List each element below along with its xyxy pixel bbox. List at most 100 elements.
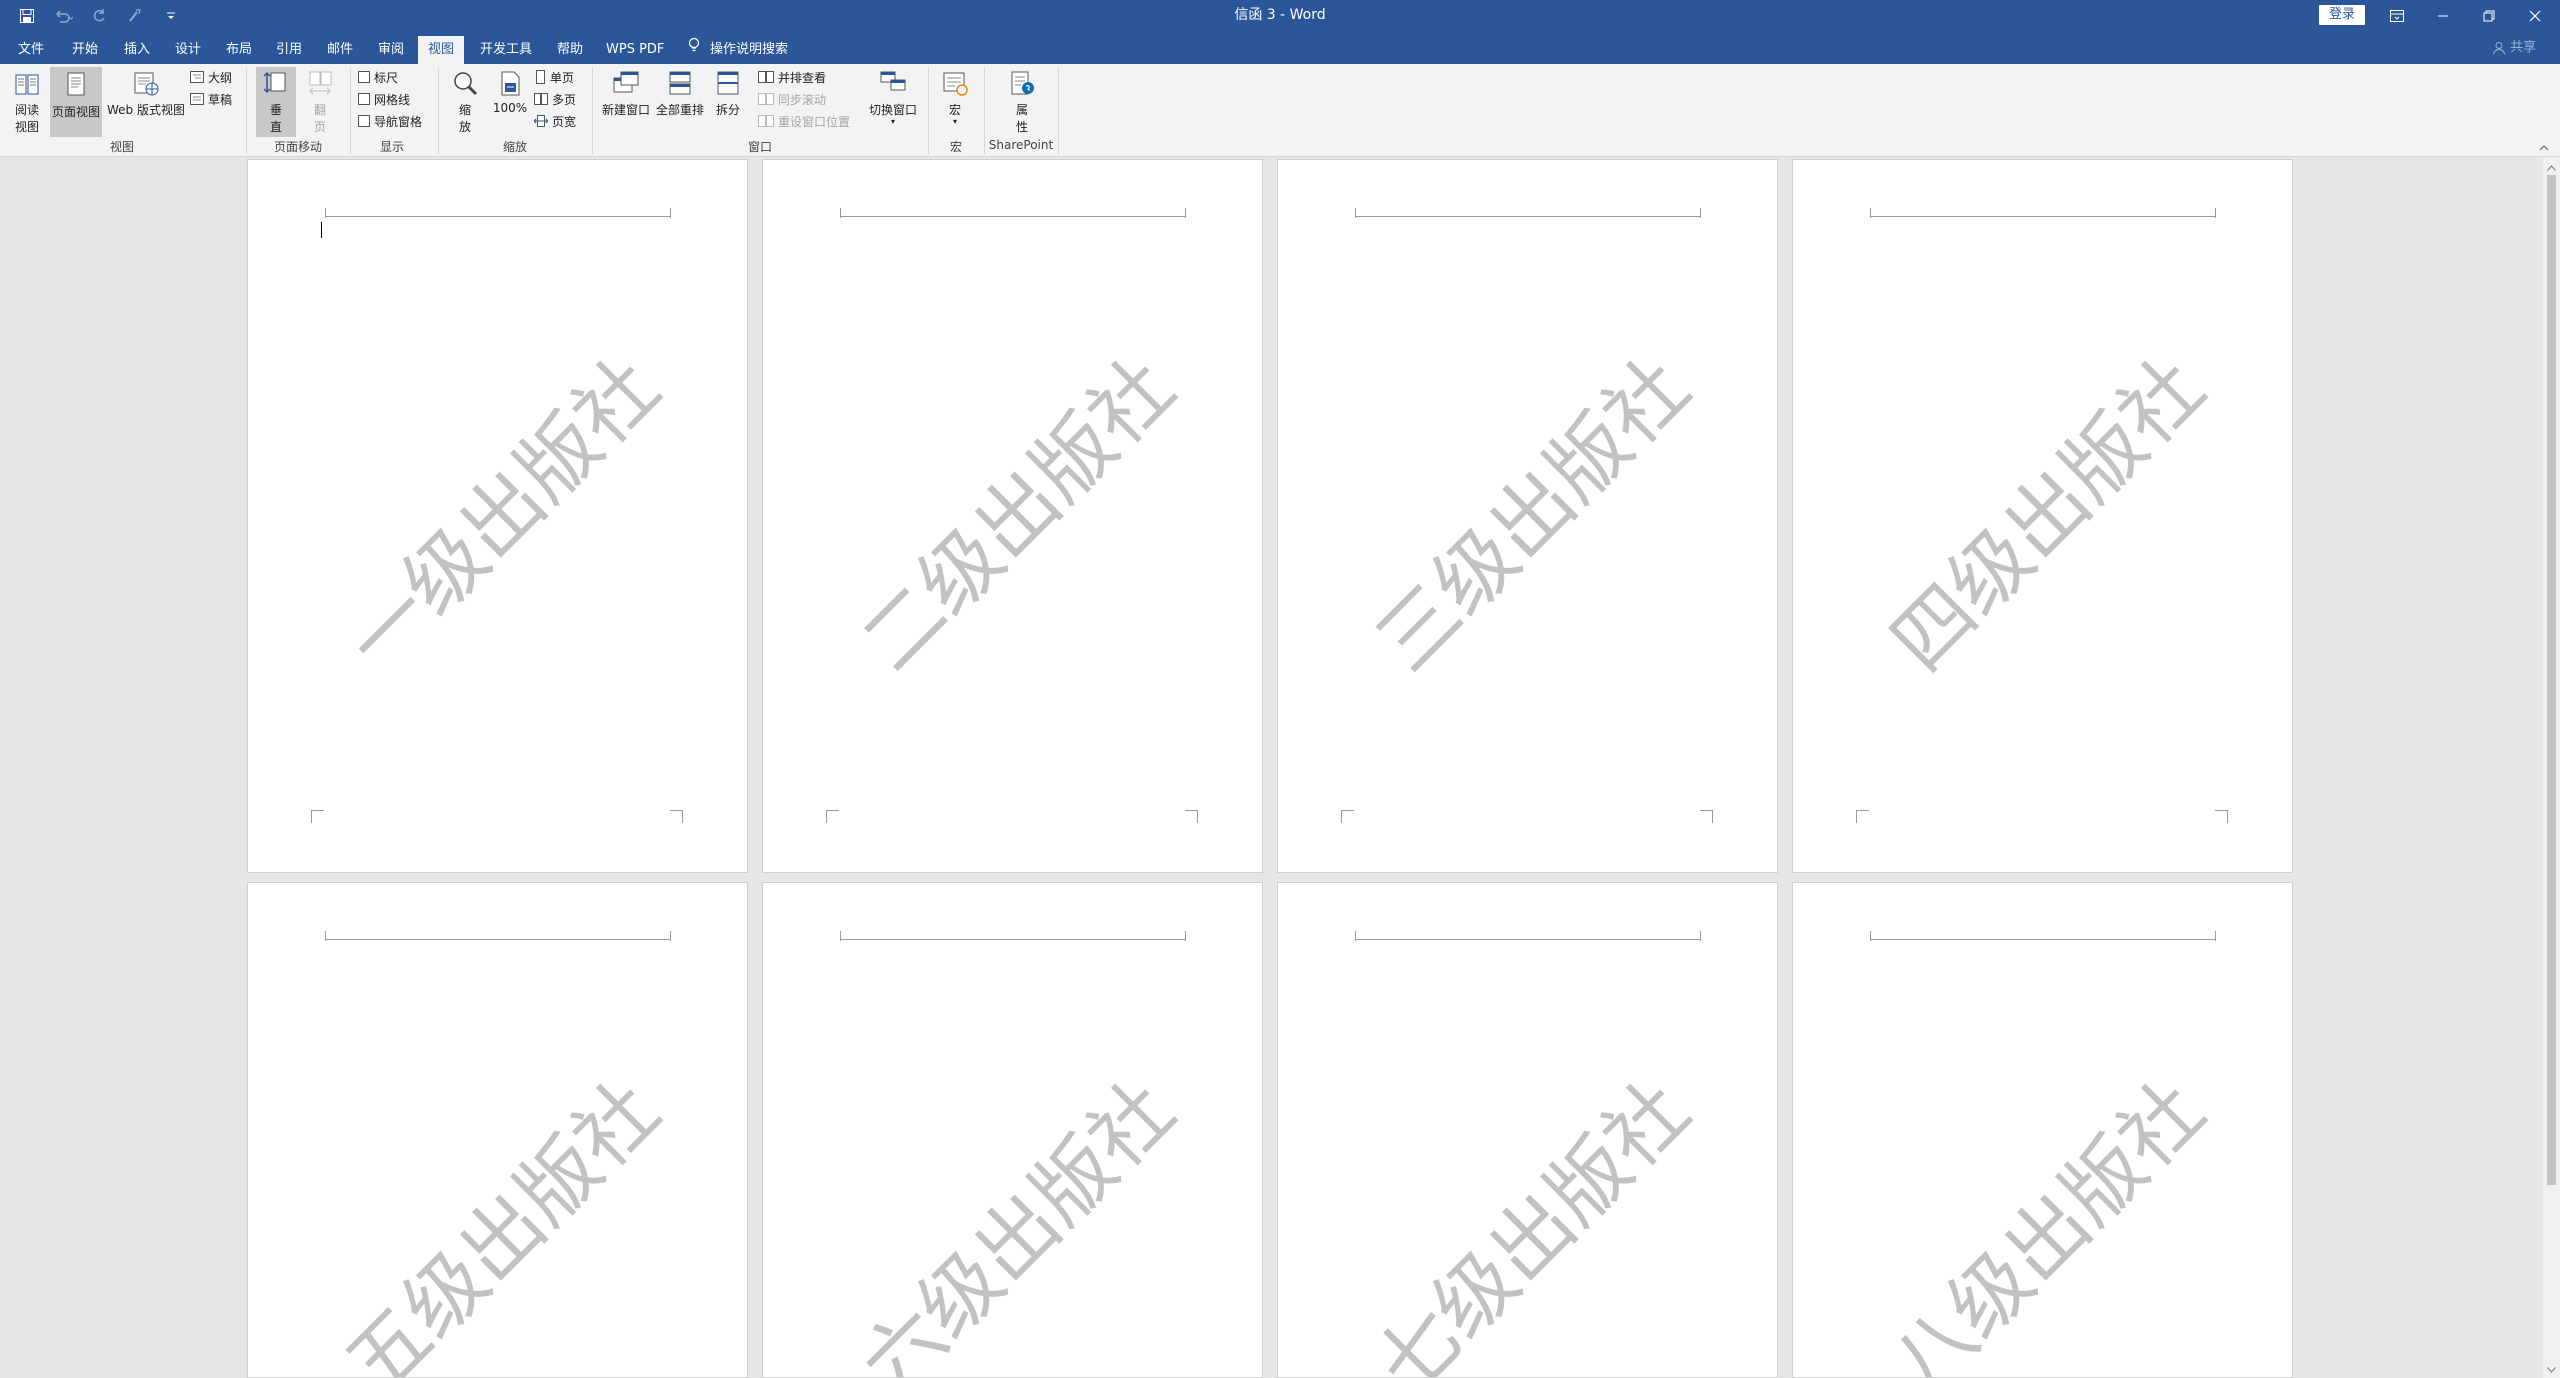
synchronous-scrolling-button[interactable]: 同步滚动 [758,90,826,108]
page-watermark: 七级出版社 [1358,1063,1707,1378]
collapse-ribbon-icon[interactable] [2538,142,2550,157]
vertical-label-1: 垂 [269,103,282,117]
tab-help[interactable]: 帮助 [551,36,589,64]
outline-label: 大纲 [208,70,233,85]
macros-group-label: 宏 [949,140,962,154]
tab-references[interactable]: 引用 [270,36,308,64]
reset-window-position-button[interactable]: 重设窗口位置 [758,112,850,130]
nav-pane-check-box[interactable] [358,115,370,127]
gridlines-check-box[interactable] [358,93,370,105]
crop-mark [1856,810,1869,823]
side-by-side-button[interactable]: 并排查看 [758,68,826,86]
lightbulb-icon [688,36,700,64]
arrange-all-button[interactable]: 全部重排 [654,70,706,118]
sharepoint-group-label: SharePoint [988,138,1054,152]
ruler-checkbox[interactable]: 标尺 [358,68,398,86]
crop-mark [315,208,326,218]
close-icon[interactable] [2512,0,2558,32]
vertical-page-movement-button[interactable]: 垂 直 [256,67,296,137]
print-layout-icon [67,72,85,96]
zoom-button[interactable]: 缩 放 [448,70,482,135]
page-watermark: 二级出版社 [843,340,1192,689]
header-line [840,216,1185,217]
header-line [840,939,1185,940]
split-button[interactable]: 拆分 [708,70,748,118]
page-width-icon [534,115,548,127]
minimize-icon[interactable] [2420,0,2466,32]
reset-window-label: 重设窗口位置 [778,114,851,129]
share-button[interactable]: 共享 [2492,36,2536,60]
one-page-button[interactable]: 单页 [534,68,574,86]
ribbon-view-panel: 阅读 视图 页面视图 Web 版式视图 大纲 草稿 视图 垂 直 翻 页 页面移… [0,64,2560,157]
tab-mailings[interactable]: 邮件 [321,36,359,64]
document-page[interactable]: 三级出版社 [1277,159,1778,873]
document-page[interactable]: 七级出版社 [1277,882,1778,1378]
vertical-scrollbar[interactable] [2543,157,2560,1378]
header-line [1355,939,1700,940]
scrollbar-thumb[interactable] [2547,175,2556,1185]
scroll-up-icon[interactable] [2547,161,2556,176]
show-group-label: 显示 [379,140,404,154]
page-watermark: 五级出版社 [328,1063,677,1378]
ribbon-display-options-icon[interactable] [2374,0,2420,32]
tab-home[interactable]: 开始 [66,36,104,64]
crop-mark [1700,931,1711,941]
web-layout-icon [134,72,159,96]
side-to-side-button[interactable]: 翻 页 [300,70,340,135]
tab-wps-pdf[interactable]: WPS PDF [600,36,670,64]
gridlines-checkbox[interactable]: 网格线 [358,90,410,108]
document-page[interactable]: 一级出版社 [247,159,748,873]
views-group-label: 视图 [109,140,134,154]
tab-developer[interactable]: 开发工具 [474,36,538,64]
document-workspace[interactable]: 一级出版社 二级出版社 三级出版社 四级出版社 五级出版社 六级出版社 七级出版… [0,157,2560,1378]
multiple-pages-button[interactable]: 多页 [534,90,576,108]
sync-scroll-icon [758,93,774,105]
ruler-check-box[interactable] [358,71,370,83]
read-mode-label-1: 阅读 [14,103,39,117]
print-layout-button[interactable]: 页面视图 [50,67,102,137]
vertical-label-2: 直 [269,120,282,134]
tab-view[interactable]: 视图 [418,36,465,64]
document-page[interactable]: 六级出版社 [762,882,1263,1378]
magnifier-icon [454,72,478,96]
crop-mark [1345,931,1356,941]
switch-windows-label: 切换窗口 [868,103,917,117]
document-page[interactable]: 四级出版社 [1792,159,2293,873]
crop-mark [315,931,326,941]
restore-icon[interactable] [2466,0,2512,32]
chevron-down-icon: ▾ [890,117,895,126]
tab-review[interactable]: 审阅 [372,36,410,64]
properties-label-1: 属 [1015,103,1028,117]
tab-design[interactable]: 设计 [169,36,207,64]
group-separator [928,68,929,154]
draft-label: 草稿 [208,92,233,107]
print-layout-label: 页面视图 [51,105,100,119]
crop-mark [1700,810,1713,823]
page-width-button[interactable]: 页宽 [534,112,576,130]
outline-button[interactable]: 大纲 [190,68,232,86]
zoom-100-icon [501,71,520,96]
read-mode-button[interactable]: 阅读 视图 [8,70,46,135]
outline-icon [190,71,204,83]
page-width-label: 页宽 [552,114,577,129]
login-button[interactable]: 登录 [2319,5,2365,25]
tab-insert[interactable]: 插入 [118,36,156,64]
macros-button[interactable]: 宏 ▾ [936,70,974,126]
properties-button[interactable]: 属 性 [1000,70,1044,135]
web-layout-button[interactable]: Web 版式视图 [104,70,188,118]
draft-button[interactable]: 草稿 [190,90,232,108]
zoom-100-button[interactable]: 100% [490,70,530,115]
header-line [325,216,670,217]
ribbon-tab-bar: 文件 开始 插入 设计 布局 引用 邮件 审阅 视图 开发工具 帮助 WPS P… [0,32,2560,64]
navigation-pane-checkbox[interactable]: 导航窗格 [358,112,422,130]
new-window-button[interactable]: 新建窗口 [600,70,652,118]
document-page[interactable]: 五级出版社 [247,882,748,1378]
switch-windows-button[interactable]: 切换窗口 ▾ [866,70,920,126]
scroll-down-icon[interactable] [2547,1363,2556,1378]
document-page[interactable]: 八级出版社 [1792,882,2293,1378]
document-page[interactable]: 二级出版社 [762,159,1263,873]
tab-file[interactable]: 文件 [12,36,50,64]
crop-mark [2215,931,2226,941]
tab-layout[interactable]: 布局 [220,36,258,64]
tell-me-search[interactable]: 操作说明搜索 [682,36,794,64]
